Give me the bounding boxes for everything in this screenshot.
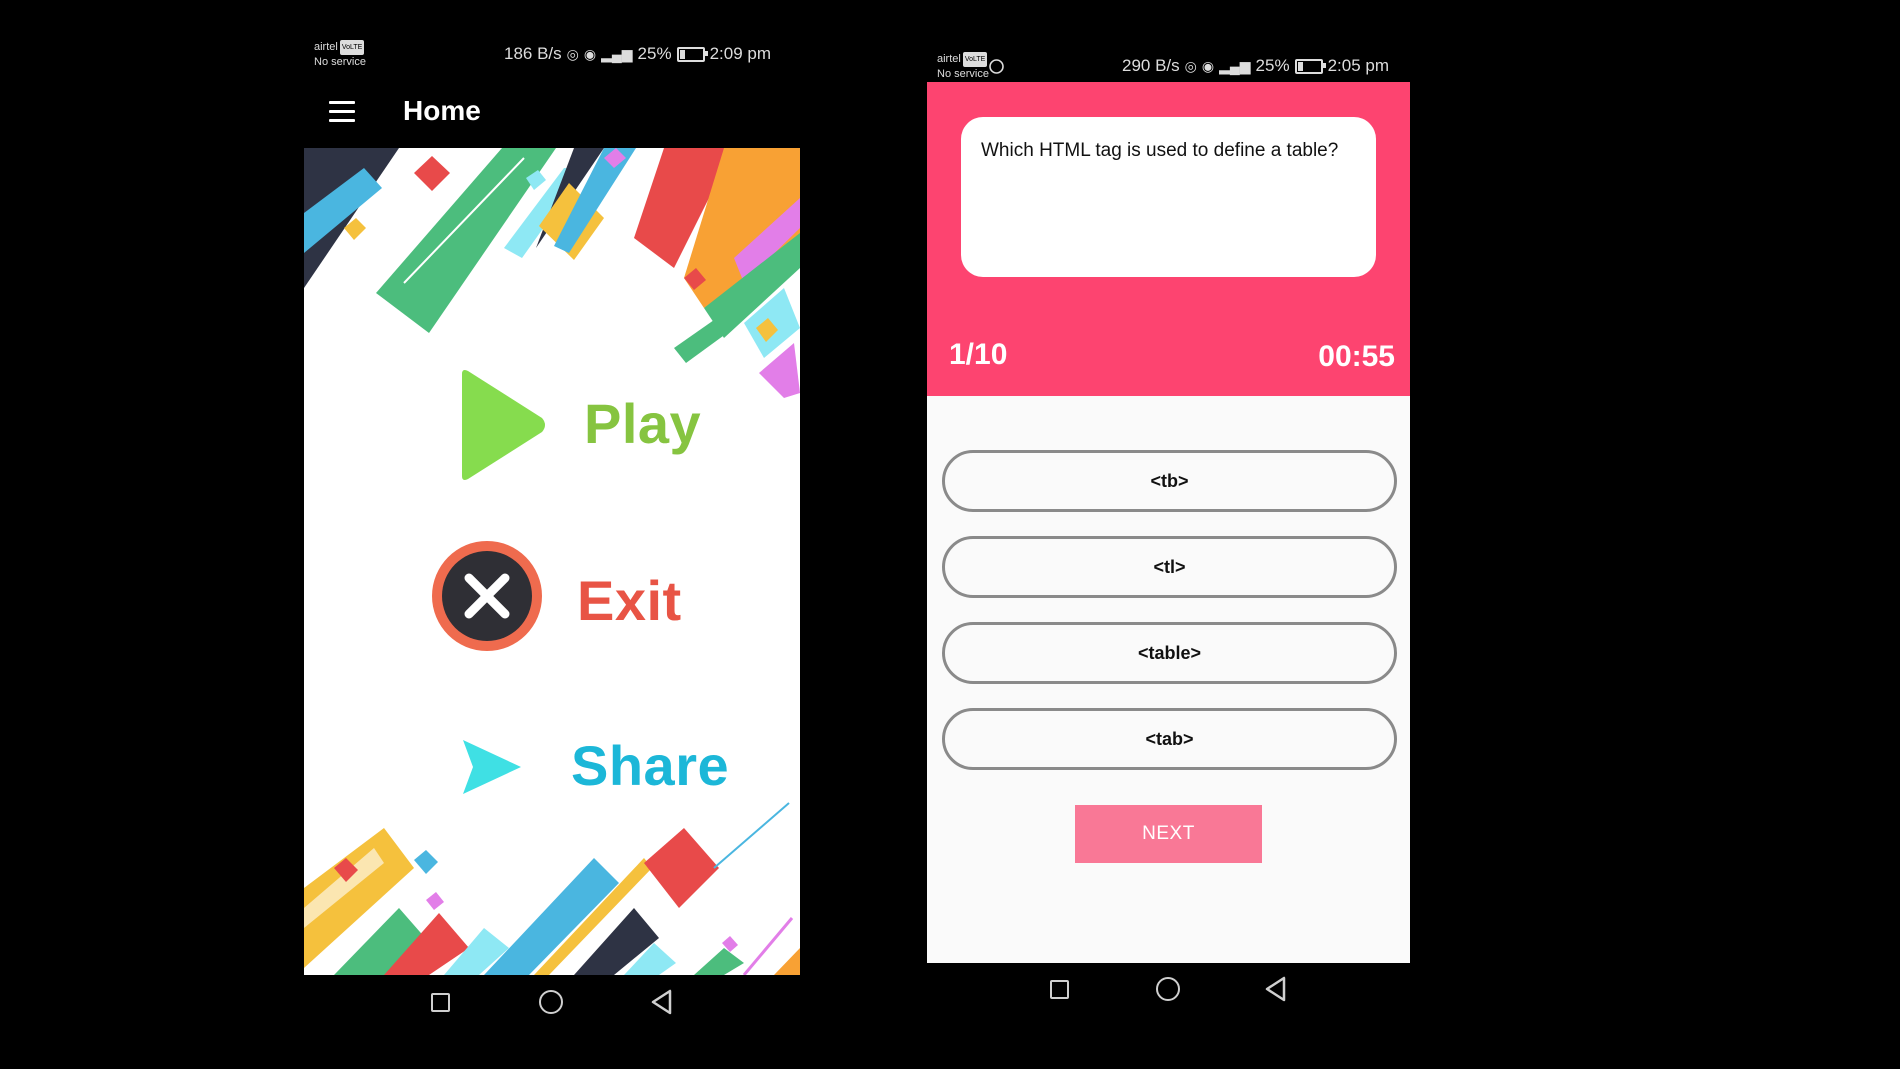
share-icon	[463, 740, 521, 794]
recent-apps-icon[interactable]	[431, 993, 450, 1012]
whatsapp-icon	[989, 59, 1004, 74]
home-icon[interactable]	[1156, 977, 1180, 1001]
eye-comfort-icon: ◉	[583, 45, 597, 62]
battery-percent: 25%	[637, 44, 672, 63]
share-button[interactable]	[459, 736, 523, 803]
question-text: Which HTML tag is used to define a table…	[981, 140, 1339, 161]
hotspot-icon: ◎	[1184, 57, 1197, 74]
carrier-name: airtel	[937, 53, 961, 65]
exit-button[interactable]	[431, 540, 543, 657]
eye-comfort-icon: ◉	[1201, 57, 1215, 74]
exit-label[interactable]: Exit	[577, 568, 682, 633]
play-label[interactable]: Play	[584, 391, 701, 456]
quiz-screen: Which HTML tag is used to define a table…	[927, 82, 1410, 963]
hotspot-icon: ◎	[566, 45, 579, 62]
countdown-timer: 00:55	[1318, 340, 1395, 373]
play-icon	[462, 370, 545, 480]
battery-percent: 25%	[1255, 56, 1290, 75]
network-speed: 290 B/s	[1122, 56, 1180, 75]
status-time: 2:05 pm	[1327, 56, 1390, 75]
decorative-background	[304, 148, 800, 975]
signal-icon: ▂▄▆	[1219, 57, 1251, 74]
quiz-header: Which HTML tag is used to define a table…	[927, 82, 1410, 396]
carrier-name: airtel	[314, 41, 338, 53]
option-button-4[interactable]: <tab>	[942, 708, 1397, 770]
status-indicators: 290 B/s ◎ ◉ ▂▄▆ 25% 2:05 pm	[1122, 56, 1389, 76]
next-button[interactable]: NEXT	[1075, 805, 1262, 863]
share-label[interactable]: Share	[571, 733, 729, 798]
option-button-2[interactable]: <tl>	[942, 536, 1397, 598]
recent-apps-icon[interactable]	[1050, 980, 1069, 999]
back-icon[interactable]	[650, 989, 674, 1015]
battery-icon	[1294, 58, 1326, 74]
volte-badge: VoLTE	[962, 52, 988, 67]
question-card: Which HTML tag is used to define a table…	[961, 117, 1376, 277]
status-indicators: 186 B/s ◎ ◉ ▂▄▆ 25% 2:09 pm	[504, 44, 771, 64]
back-icon[interactable]	[1264, 976, 1288, 1002]
network-speed: 186 B/s	[504, 44, 562, 63]
exit-icon	[432, 541, 542, 651]
service-status: No service	[314, 56, 366, 68]
menu-icon[interactable]	[329, 101, 355, 128]
home-screen: Play Exit Share	[304, 148, 800, 975]
toolbar-title: Home	[403, 95, 481, 126]
option-button-1[interactable]: <tb>	[942, 450, 1397, 512]
play-button[interactable]	[452, 366, 548, 489]
option-button-3[interactable]: <table>	[942, 622, 1397, 684]
carrier-info: airtel VoLTE No service	[314, 40, 366, 70]
status-time: 2:09 pm	[709, 44, 772, 63]
home-icon[interactable]	[539, 990, 563, 1014]
carrier-info: airtel VoLTE No service	[937, 52, 989, 82]
signal-icon: ▂▄▆	[601, 45, 633, 62]
volte-badge: VoLTE	[339, 40, 365, 55]
question-progress: 1/10	[949, 338, 1008, 371]
battery-icon	[676, 46, 708, 62]
service-status: No service	[937, 68, 989, 80]
